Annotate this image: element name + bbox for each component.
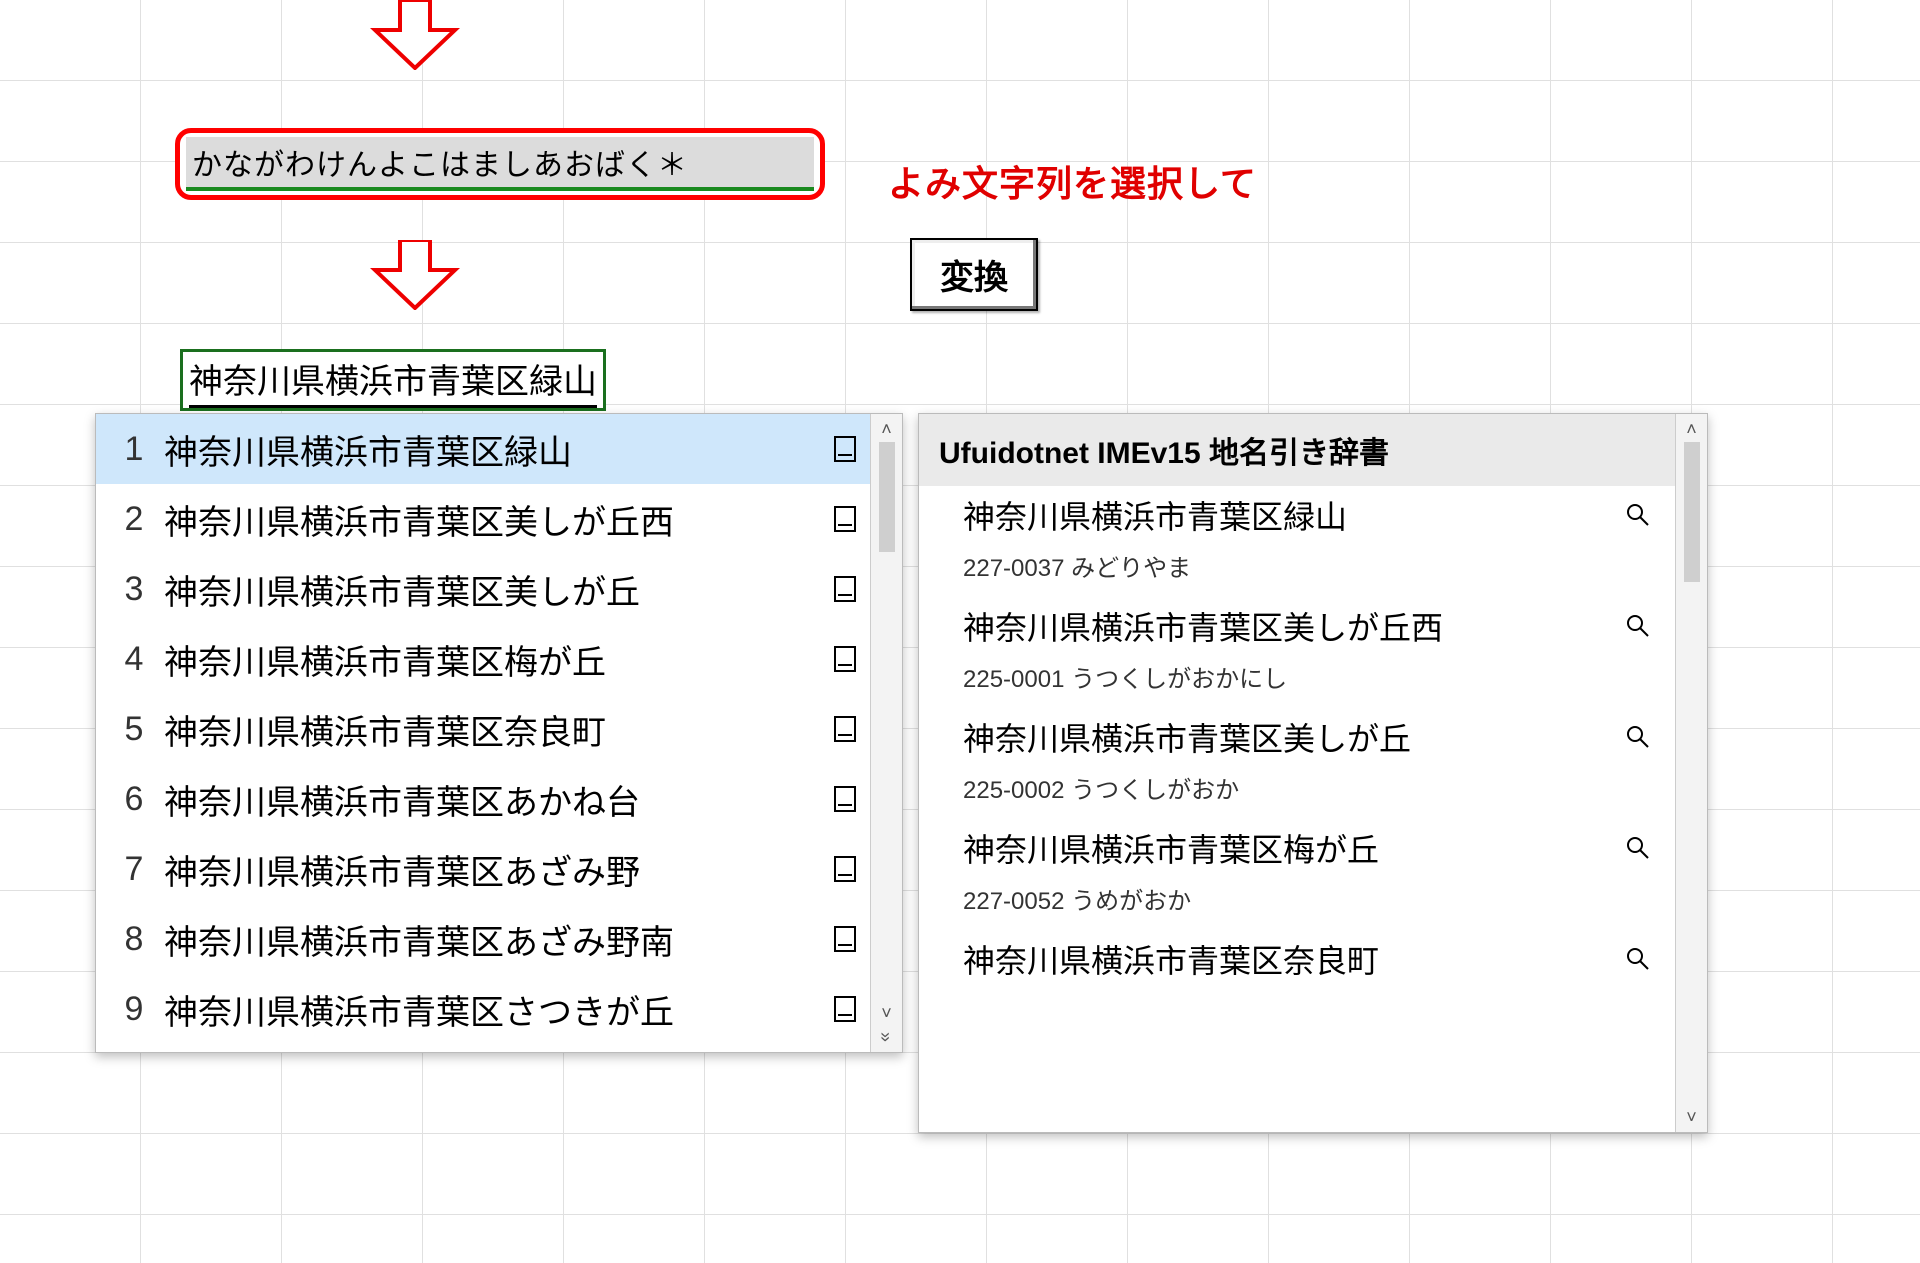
candidate-number: 1	[104, 430, 164, 469]
magnifier-icon[interactable]	[1625, 835, 1651, 861]
candidate-number: 2	[104, 500, 164, 539]
candidate-text: 神奈川県横浜市青葉区美しが丘	[164, 565, 820, 614]
ime-converted-cell[interactable]: 神奈川県横浜市青葉区緑山	[180, 349, 606, 411]
candidate-text: 神奈川県横浜市青葉区美しが丘西	[164, 495, 820, 544]
expand-icon[interactable]: »	[877, 1032, 895, 1042]
ime-candidate-8[interactable]: 8 神奈川県横浜市青葉区あざみ野南	[96, 904, 870, 974]
candidate-text: 神奈川県横浜市青葉区奈良町	[164, 705, 820, 754]
ime-reading-input-highlight: かながわけんよこはましあおばく＊	[175, 128, 825, 200]
magnifier-icon[interactable]	[1625, 946, 1651, 972]
candidate-text: 神奈川県横浜市青葉区あざみ野南	[164, 915, 820, 964]
arrow-down-icon	[370, 0, 460, 70]
candidate-number: 7	[104, 850, 164, 889]
ime-candidate-2[interactable]: 2 神奈川県横浜市青葉区美しが丘西	[96, 484, 870, 554]
dictionary-icon	[828, 576, 862, 602]
dictionary-item-name: 神奈川県横浜市青葉区美しが丘西	[963, 603, 1443, 649]
dictionary-item[interactable]: 神奈川県横浜市青葉区美しが丘 225-0002 うつくしがおか	[919, 708, 1675, 819]
ime-candidate-6[interactable]: 6 神奈川県横浜市青葉区あかね台	[96, 764, 870, 834]
dictionary-scrollbar[interactable]: ˄ ˅	[1675, 414, 1707, 1132]
magnifier-icon[interactable]	[1625, 502, 1651, 528]
ime-candidate-3[interactable]: 3 神奈川県横浜市青葉区美しが丘	[96, 554, 870, 624]
candidate-number: 9	[104, 990, 164, 1029]
candidate-scrollbar[interactable]: ˄ ˅ »	[870, 414, 902, 1052]
dictionary-item-detail: 227-0037 みどりやま	[963, 548, 1651, 583]
dictionary-item-detail: 225-0001 うつくしがおかにし	[963, 659, 1651, 694]
dictionary-icon	[828, 996, 862, 1022]
dictionary-item-detail: 227-0052 うめがおか	[963, 881, 1651, 916]
dictionary-item[interactable]: 神奈川県横浜市青葉区緑山 227-0037 みどりやま	[919, 486, 1675, 597]
ime-candidate-1[interactable]: 1 神奈川県横浜市青葉区緑山	[96, 414, 870, 484]
dictionary-item-name: 神奈川県横浜市青葉区梅が丘	[963, 825, 1379, 871]
dictionary-item-name: 神奈川県横浜市青葉区奈良町	[963, 936, 1379, 982]
candidate-number: 6	[104, 780, 164, 819]
candidate-number: 8	[104, 920, 164, 959]
dictionary-panel[interactable]: Ufuidotnet IMEv15 地名引き辞書 神奈川県横浜市青葉区緑山 22…	[918, 413, 1708, 1133]
ime-converted-text: 神奈川県横浜市青葉区緑山	[189, 354, 597, 408]
candidate-number: 5	[104, 710, 164, 749]
candidate-number: 3	[104, 570, 164, 609]
dictionary-item-name: 神奈川県横浜市青葉区美しが丘	[963, 714, 1411, 760]
dictionary-item[interactable]: 神奈川県横浜市青葉区美しが丘西 225-0001 うつくしがおかにし	[919, 597, 1675, 708]
candidate-text: 神奈川県横浜市青葉区さつきが丘	[164, 985, 820, 1034]
dictionary-icon	[828, 786, 862, 812]
ime-candidate-5[interactable]: 5 神奈川県横浜市青葉区奈良町	[96, 694, 870, 764]
dictionary-item[interactable]: 神奈川県横浜市青葉区梅が丘 227-0052 うめがおか	[919, 819, 1675, 930]
dictionary-item-name: 神奈川県横浜市青葉区緑山	[963, 492, 1347, 538]
scroll-up-icon[interactable]: ˄	[1686, 420, 1697, 438]
convert-key[interactable]: 変換	[910, 238, 1038, 311]
dictionary-icon	[828, 436, 862, 462]
dictionary-icon	[828, 506, 862, 532]
dictionary-icon	[828, 716, 862, 742]
dictionary-item-detail: 225-0002 うつくしがおか	[963, 770, 1651, 805]
scroll-down-icon[interactable]: ˅	[881, 1004, 892, 1022]
scroll-down-icon[interactable]: ˅	[1686, 1108, 1697, 1126]
ime-candidate-list[interactable]: 1 神奈川県横浜市青葉区緑山 2 神奈川県横浜市青葉区美しが丘西 3 神奈川県横…	[95, 413, 903, 1053]
ime-reading-input[interactable]: かながわけんよこはましあおばく＊	[186, 137, 814, 191]
dictionary-icon	[828, 646, 862, 672]
magnifier-icon[interactable]	[1625, 724, 1651, 750]
candidate-number: 4	[104, 640, 164, 679]
ime-candidate-7[interactable]: 7 神奈川県横浜市青葉区あざみ野	[96, 834, 870, 904]
dictionary-icon	[828, 856, 862, 882]
scrollbar-thumb[interactable]	[1684, 442, 1700, 582]
dictionary-title: Ufuidotnet IMEv15 地名引き辞書	[919, 414, 1675, 486]
scrollbar-thumb[interactable]	[879, 442, 895, 552]
dictionary-icon	[828, 926, 862, 952]
candidate-text: 神奈川県横浜市青葉区緑山	[164, 425, 820, 474]
ime-candidate-4[interactable]: 4 神奈川県横浜市青葉区梅が丘	[96, 624, 870, 694]
dictionary-item[interactable]: 神奈川県横浜市青葉区奈良町	[919, 930, 1675, 996]
arrow-down-icon	[370, 240, 460, 310]
candidate-text: 神奈川県横浜市青葉区梅が丘	[164, 635, 820, 684]
scroll-up-icon[interactable]: ˄	[881, 420, 892, 438]
candidate-text: 神奈川県横浜市青葉区あかね台	[164, 775, 820, 824]
candidate-text: 神奈川県横浜市青葉区あざみ野	[164, 845, 820, 894]
ime-candidate-9[interactable]: 9 神奈川県横浜市青葉区さつきが丘	[96, 974, 870, 1044]
magnifier-icon[interactable]	[1625, 613, 1651, 639]
annotation-select-reading: よみ文字列を選択して	[888, 155, 1257, 207]
